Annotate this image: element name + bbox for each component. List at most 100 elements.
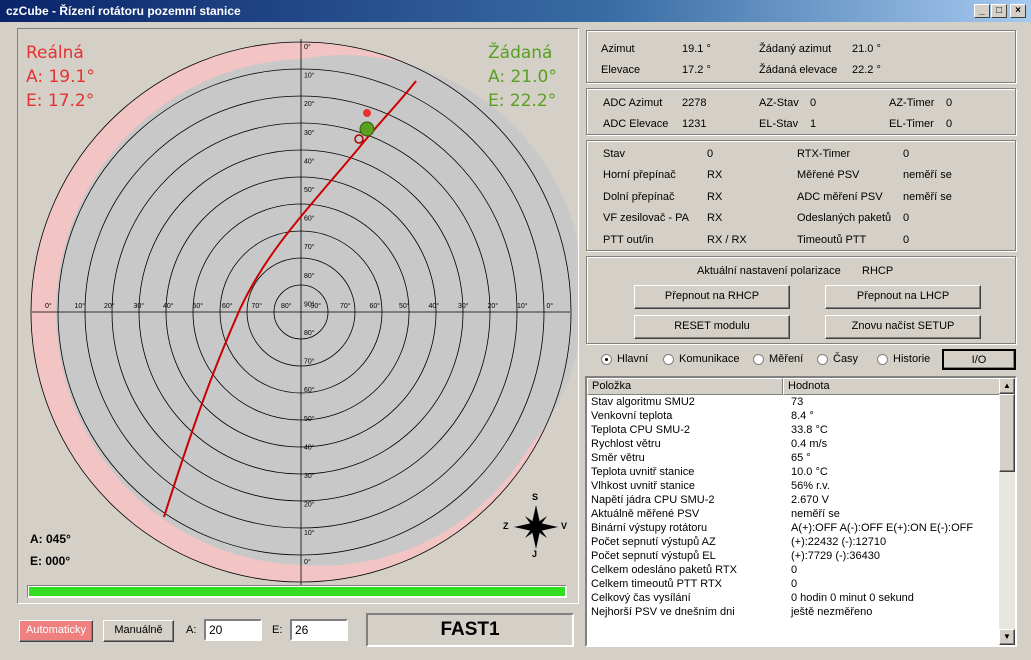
- table-row[interactable]: Vlhkost uvnitř stanice 56% r.v.: [587, 480, 1001, 494]
- table-cell-item: Celkem timeoutů PTT RTX: [591, 578, 723, 590]
- status-value: neměří se: [903, 169, 952, 181]
- table-row[interactable]: Teplota uvnitř stanice 10.0 °C: [587, 466, 1001, 480]
- radio-icon: [877, 353, 888, 365]
- column-header-item[interactable]: Položka: [587, 378, 783, 395]
- table-row[interactable]: Rychlost větru 0.4 m/s: [587, 438, 1001, 452]
- tab-casy[interactable]: Časy: [817, 353, 858, 365]
- ring-label: 60°: [304, 386, 315, 394]
- column-header-value[interactable]: Hodnota: [783, 378, 1001, 395]
- adc-elevace-label: ADC Elevace: [603, 118, 669, 130]
- table-row[interactable]: Stav algoritmu SMU2 73: [587, 396, 1001, 410]
- mode-display: FAST1: [366, 613, 574, 647]
- switch-rhcp-button[interactable]: Přepnout na RHCP: [634, 285, 790, 309]
- azimut-value: 19.1 °: [682, 43, 711, 55]
- status-value: RX / RX: [707, 234, 747, 246]
- ring-label: 10°: [304, 529, 315, 537]
- table-row[interactable]: Počet sepnutí výstupů EL (+):7729 (-):364…: [587, 550, 1001, 564]
- polarization-label: Aktuální nastavení polarizace: [697, 265, 841, 277]
- table-row[interactable]: Venkovní teplota 8.4 °: [587, 410, 1001, 424]
- radio-icon: [663, 353, 674, 365]
- info-table: Položka Hodnota Stav algoritmu SMU2 73 Ven…: [585, 376, 1017, 647]
- ring-label: 60°: [304, 215, 315, 223]
- ring-label: 20°: [104, 302, 115, 310]
- tab-mereni[interactable]: Měření: [753, 353, 803, 365]
- scroll-up-button[interactable]: ▲: [999, 378, 1015, 394]
- table-cell-item: Teplota CPU SMU-2: [591, 424, 691, 436]
- compass-west: Z: [503, 521, 509, 531]
- table-row[interactable]: Celkem odesláno paketů RTX 0: [587, 564, 1001, 578]
- tab-historie[interactable]: Historie: [877, 353, 930, 365]
- zadany-azimut-label: Žádaný azimut: [759, 43, 832, 55]
- elevation-input[interactable]: 26: [290, 619, 348, 641]
- vertical-scrollbar[interactable]: ▲ ▼: [999, 378, 1015, 645]
- table-row[interactable]: Počet sepnutí výstupů AZ (+):22432 (-):12…: [587, 536, 1001, 550]
- io-button[interactable]: I/O: [942, 349, 1016, 370]
- status-label: Měřené PSV: [797, 169, 860, 181]
- bottom-azimuth: A: 045°: [30, 532, 71, 546]
- ring-label: 70°: [340, 302, 351, 310]
- minimize-button[interactable]: _: [974, 4, 990, 18]
- table-row[interactable]: Celkový čas vysílání 0 hodin 0 minut 0 se…: [587, 592, 1001, 606]
- radar-panel: 0° 10° 20° 30° 40° 50° 60° 70° 80° 90° 80° 70° 60° 50…: [17, 28, 579, 604]
- ring-label: 30°: [304, 472, 315, 480]
- status-label: Horní přepínač: [603, 169, 676, 181]
- azimuth-input[interactable]: 20: [204, 619, 262, 641]
- ring-label: 0°: [45, 302, 52, 310]
- status-value: 0: [903, 148, 910, 160]
- table-row[interactable]: Aktuálně měřené PSV neměří se: [587, 508, 1001, 522]
- tab-hlavni[interactable]: Hlavní: [601, 353, 648, 365]
- reload-setup-button[interactable]: Znovu načíst SETUP: [825, 315, 981, 339]
- radar-plot: 0° 10° 20° 30° 40° 50° 60° 70° 80° 90° 80° 70° 60° 50…: [30, 39, 578, 585]
- close-button[interactable]: ×: [1010, 4, 1026, 18]
- table-cell-value: 8.4 °: [791, 410, 814, 422]
- table-cell-value: neměří se: [791, 508, 840, 520]
- az-stav-label: AZ-Stav: [759, 97, 799, 109]
- table-row[interactable]: Nejhorší PSV ve dnešním dni ještě nezměře…: [587, 606, 1001, 620]
- maximize-button[interactable]: □: [991, 4, 1007, 18]
- elevace-label: Elevace: [601, 64, 641, 76]
- table-cell-item: Nejhorší PSV ve dnešním dni: [591, 606, 735, 618]
- table-cell-value: (+):22432 (-):12710: [791, 536, 887, 548]
- compass-east: V: [561, 521, 568, 531]
- status-group: Stav 0 Horní přepínač RX Dolní přepínač RX VF …: [586, 140, 1016, 251]
- ring-label: 70°: [252, 302, 263, 310]
- table-cell-item: Rychlost větru: [591, 438, 661, 450]
- compass-south: J: [532, 549, 538, 559]
- ring-label: 40°: [429, 302, 440, 310]
- adc-group: ADC Azimut 2278 ADC Elevace 1231 AZ-Stav…: [586, 88, 1016, 135]
- table-row[interactable]: Celkem timeoutů PTT RTX 0: [587, 578, 1001, 592]
- polarization-group: Aktuální nastavení polarizace RHCP Přepn…: [586, 256, 1016, 344]
- position-group: Azimut 19.1 ° Elevace 17.2 ° Žádaný azim…: [586, 30, 1016, 83]
- status-value: RX: [707, 191, 723, 203]
- a-input-label: A:: [186, 624, 197, 636]
- tab-komunikace[interactable]: Komunikace: [663, 353, 740, 365]
- target-title: Žádaná: [488, 43, 553, 63]
- table-row[interactable]: Teplota CPU SMU-2 33.8 °C: [587, 424, 1001, 438]
- auto-mode-button[interactable]: Automaticky: [19, 620, 93, 642]
- ring-label: 0°: [547, 302, 554, 310]
- scroll-down-button[interactable]: ▼: [999, 629, 1015, 645]
- manual-mode-button[interactable]: Manuálně: [103, 620, 174, 642]
- table-row[interactable]: Směr větru 65 °: [587, 452, 1001, 466]
- status-value: neměří se: [903, 191, 952, 203]
- table-cell-value: 10.0 °C: [791, 466, 828, 478]
- scroll-thumb[interactable]: [999, 394, 1015, 472]
- status-value: 0: [903, 234, 910, 246]
- ring-label: 40°: [163, 302, 174, 310]
- ring-label: 40°: [304, 443, 315, 451]
- reset-module-button[interactable]: RESET modulu: [634, 315, 790, 339]
- table-cell-item: Počet sepnutí výstupů EL: [591, 550, 716, 562]
- table-cell-value: 2.670 V: [791, 494, 829, 506]
- target-elevation: E: 22.2°: [488, 91, 557, 111]
- table-cell-item: Celkem odesláno paketů RTX: [591, 564, 737, 576]
- radio-icon: [753, 353, 764, 365]
- target-azimuth: A: 21.0°: [488, 67, 557, 87]
- table-cell-value: 0 hodin 0 minut 0 sekund: [791, 592, 914, 604]
- table-row[interactable]: Binární výstupy rotátoru A(+):OFF A(-):OF…: [587, 522, 1001, 536]
- progress-fill: [29, 587, 565, 596]
- table-row[interactable]: Napětí jádra CPU SMU-2 2.670 V: [587, 494, 1001, 508]
- polarization-value: RHCP: [862, 265, 894, 277]
- table-cell-item: Aktuálně měřené PSV: [591, 508, 700, 520]
- switch-lhcp-button[interactable]: Přepnout na LHCP: [825, 285, 981, 309]
- azimut-label: Azimut: [601, 43, 635, 55]
